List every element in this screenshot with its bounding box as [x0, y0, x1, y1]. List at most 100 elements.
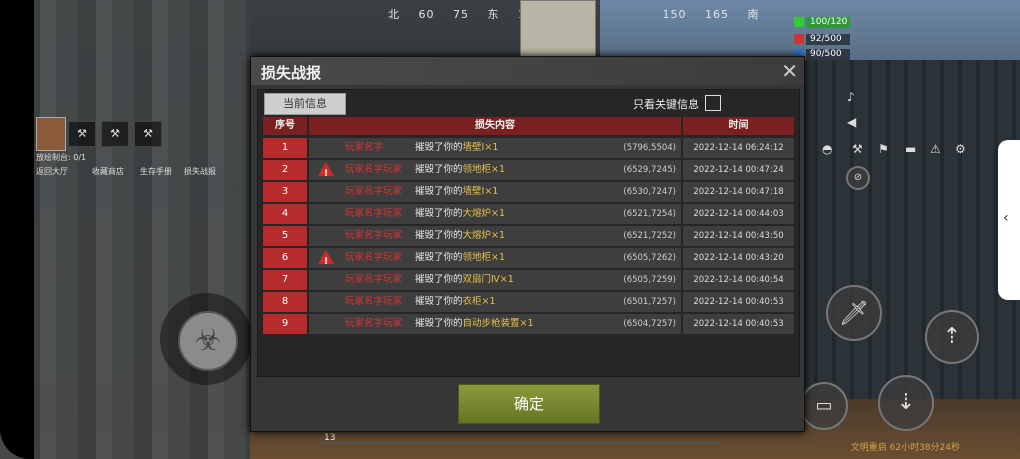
loss-description: 摧毁了你的大熔炉×1 — [415, 204, 505, 224]
row-content: 玩家名字玩家 摧毁了你的墙壁Ⅰ×1 (6530,7247) — [309, 182, 681, 202]
loss-verb: 摧毁了你的 — [415, 142, 463, 153]
row-number: 8 — [263, 292, 307, 312]
key-only-label: 只看关键信息 — [633, 98, 699, 111]
table-row: 7 玩家名字玩家 摧毁了你的双扇门Ⅳ×1 (6505,7259) 2022-12-14 … — [263, 270, 794, 290]
store-button[interactable]: 收藏商店 — [92, 166, 124, 177]
prone-button[interactable]: ▭ — [800, 382, 848, 430]
loss-report-dialog: 损失战报 ✕ 当前信息 只看关键信息 序号 损失内容 时间 1 玩家名字 摧毁了你的… — [250, 56, 805, 432]
flag-icon[interactable]: ⚑ — [878, 142, 889, 156]
loss-item: 大熔炉×1 — [462, 208, 506, 219]
loss-description: 摧毁了你的自动步枪装置×1 — [415, 314, 534, 334]
loss-item: 衣柜×1 — [462, 296, 496, 307]
report-rows: 1 玩家名字 摧毁了你的墙壁Ⅰ×1 (5796,5504) 2022-12-14 06:… — [263, 138, 794, 336]
table-row: 6! 玩家名字玩家 摧毁了你的领地柜×1 (6505,7262) 2022-12-14 … — [263, 248, 794, 268]
table-row: 9 玩家名字玩家 摧毁了你的自动步枪装置×1 (6504,7257) 2022-12-1… — [263, 314, 794, 334]
loss-coordinates: (6521,7254) — [623, 209, 676, 219]
biohazard-icon: ☣ — [178, 311, 238, 371]
row-time: 2022-12-14 00:47:24 — [683, 160, 794, 180]
row-number: 1 — [263, 138, 307, 158]
back-lobby-button[interactable]: 返回大厅 — [36, 166, 68, 177]
compass-mark: 60 — [418, 8, 435, 21]
speaker-icon[interactable]: ◀ — [847, 115, 856, 129]
row-number: 4 — [263, 204, 307, 224]
row-number: 9 — [263, 314, 307, 334]
food-stat: 92/500 — [794, 33, 850, 45]
row-time: 2022-12-14 00:43:20 — [683, 248, 794, 268]
row-content: ! 玩家名字玩家 摧毁了你的领地柜×1 (6505,7262) — [309, 248, 681, 268]
loss-coordinates: (6521,7252) — [623, 231, 676, 241]
knife-button[interactable]: 🗡 — [826, 285, 882, 341]
column-content: 损失内容 — [309, 117, 681, 135]
quick-slot[interactable]: ⚒ — [68, 121, 96, 147]
attacker-name: 玩家名字 — [345, 142, 384, 153]
loss-verb: 摧毁了你的 — [415, 164, 463, 175]
attacker-name: 玩家名字玩家 — [345, 164, 403, 175]
loss-coordinates: (6504,7257) — [623, 319, 676, 329]
attacker-name: 玩家名字玩家 — [345, 230, 403, 241]
key-only-checkbox[interactable] — [705, 95, 721, 111]
health-value: 100/120 — [806, 16, 850, 28]
row-time: 2022-12-14 00:44:03 — [683, 204, 794, 224]
mask-icon[interactable]: ◓ — [822, 142, 832, 156]
movement-joystick[interactable]: ☣ — [160, 293, 252, 385]
column-time: 时间 — [683, 117, 794, 135]
row-time: 2022-12-14 00:40:53 — [683, 292, 794, 312]
loss-coordinates: (6529,7245) — [623, 165, 676, 175]
jump-button[interactable]: ⇡ — [925, 310, 979, 364]
quick-slot[interactable]: ⚒ — [134, 121, 162, 147]
health-stat: 100/120 — [794, 16, 850, 28]
crouch-button[interactable]: ⇣ — [878, 375, 934, 431]
compass-mark: 150 — [662, 8, 687, 21]
table-header: 序号 损失内容 时间 — [263, 117, 794, 135]
manual-button[interactable]: 生存手册 — [140, 166, 172, 177]
confirm-button[interactable]: 确定 — [458, 384, 600, 424]
civilization-restart-timer: 文明重启 62小时38分24秒 — [850, 443, 960, 453]
gear-icon[interactable]: ⚙ — [955, 142, 966, 156]
wrench-icon[interactable]: ⚒ — [852, 142, 863, 156]
loss-report-button[interactable]: 损失战报 — [184, 166, 216, 177]
microphone-icon[interactable]: ♪ — [847, 90, 855, 104]
background-wall-right — [800, 60, 1020, 400]
table-row: 2! 玩家名字玩家 摧毁了你的领地柜×1 (6529,7245) 2022-12-14 … — [263, 160, 794, 180]
no-sign-icon[interactable]: ⊘ — [846, 166, 870, 190]
side-panel-handle[interactable]: ‹ — [998, 140, 1020, 300]
table-row: 4 玩家名字玩家 摧毁了你的大熔炉×1 (6521,7254) 2022-12-14 0… — [263, 204, 794, 224]
close-icon[interactable]: ✕ — [781, 59, 798, 83]
compass-mark: 75 — [453, 8, 469, 21]
loss-item: 领地柜×1 — [462, 252, 506, 263]
loss-verb: 摧毁了你的 — [415, 230, 463, 241]
compass-mark: 东 — [487, 8, 500, 21]
table-row: 5 玩家名字玩家 摧毁了你的大熔炉×1 (6521,7252) 2022-12-14 0… — [263, 226, 794, 246]
column-no: 序号 — [263, 117, 307, 135]
loss-coordinates: (6530,7247) — [623, 187, 676, 197]
tank-icon[interactable]: ▬ — [905, 142, 916, 156]
row-content: 玩家名字玩家 摧毁了你的双扇门Ⅳ×1 (6505,7259) — [309, 270, 681, 290]
dialog-title-bar: 损失战报 ✕ — [251, 57, 804, 85]
avatar[interactable] — [36, 117, 66, 151]
tab-current-info[interactable]: 当前信息 — [264, 93, 346, 115]
warning-icon: ! — [318, 162, 334, 179]
loss-coordinates: (6501,7257) — [623, 297, 676, 307]
row-content: 玩家名字玩家 摧毁了你的自动步枪装置×1 (6504,7257) — [309, 314, 681, 334]
minimap[interactable] — [520, 0, 596, 58]
loss-description: 摧毁了你的大熔炉×1 — [415, 226, 505, 246]
report-panel: 当前信息 只看关键信息 序号 损失内容 时间 1 玩家名字 摧毁了你的墙壁Ⅰ×1 (5… — [257, 89, 800, 401]
row-content: 玩家名字玩家 摧毁了你的衣柜×1 (6501,7257) — [309, 292, 681, 312]
attacker-name: 玩家名字玩家 — [345, 274, 403, 285]
loss-item: 大熔炉×1 — [462, 230, 506, 241]
loss-item: 墙壁Ⅰ×1 — [462, 186, 499, 197]
heart-icon — [794, 17, 804, 27]
loss-description: 摧毁了你的领地柜×1 — [415, 248, 505, 268]
quick-slot[interactable]: ⚒ — [101, 121, 129, 147]
loss-item: 领地柜×1 — [462, 164, 506, 175]
loss-verb: 摧毁了你的 — [415, 208, 463, 219]
warning-icon[interactable]: ⚠ — [930, 142, 941, 156]
row-content: 玩家名字 摧毁了你的墙壁Ⅰ×1 (5796,5504) — [309, 138, 681, 158]
warning-icon: ! — [318, 250, 334, 267]
bottom-number: 13 — [324, 433, 336, 443]
attacker-name: 玩家名字玩家 — [345, 318, 403, 329]
loss-item: 双扇门Ⅳ×1 — [462, 274, 514, 285]
loss-verb: 摧毁了你的 — [415, 186, 463, 197]
loss-item: 墙壁Ⅰ×1 — [462, 142, 499, 153]
loss-coordinates: (6505,7259) — [623, 275, 676, 285]
